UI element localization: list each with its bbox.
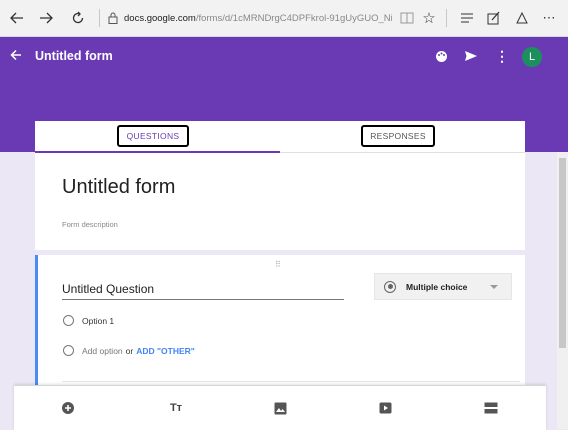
back-arrow-icon[interactable] [6,7,28,29]
favorite-star-icon[interactable]: ☆ [418,7,440,29]
or-text: or [125,345,134,356]
tab-questions[interactable]: QUESTIONS [117,125,189,147]
browser-toolbar: docs.google.com/forms/d/1cMRNDrgC4DPFkro… [0,0,568,37]
scrollbar[interactable] [557,152,568,429]
share-icon[interactable] [511,7,533,29]
scrollbar-thumb[interactable] [559,158,566,348]
option-label[interactable]: Option 1 [82,316,114,326]
drag-handle-icon[interactable]: ⠿ [275,260,282,269]
form-header-card: Untitled form Form description [35,154,525,250]
question-title-underline [62,299,344,300]
add-question-icon[interactable] [59,399,77,417]
back-icon[interactable] [10,49,22,64]
add-option-link[interactable]: Add option [82,346,123,356]
question-card[interactable]: ⠿ Untitled Question Multiple choice Opti… [35,255,525,395]
refresh-icon[interactable] [67,7,89,29]
add-image-icon[interactable] [271,399,289,417]
lock-icon [106,7,120,29]
radio-button-icon [384,280,396,293]
tab-responses[interactable]: RESPONSES [361,125,435,147]
palette-icon[interactable] [431,46,451,66]
more-vert-icon[interactable]: ⋮ [492,46,512,66]
question-type-label: Multiple choice [406,281,468,292]
add-title-icon[interactable]: Tт [167,399,185,417]
web-note-icon[interactable] [483,7,505,29]
address-bar[interactable]: docs.google.com/forms/d/1cMRNDrgC4DPFkro… [124,6,392,30]
tab-divider [280,152,525,153]
send-icon[interactable] [461,46,481,66]
hub-icon[interactable] [456,7,478,29]
add-section-icon[interactable] [482,399,500,417]
url-path: /forms/d/1cMRNDrgC4DPFkrol-91gUyGUO_NiHV… [195,12,392,24]
form-description-field[interactable]: Form description [62,220,118,229]
question-type-dropdown[interactable]: Multiple choice [374,273,512,300]
avatar[interactable]: L [522,47,542,67]
add-video-icon[interactable] [376,399,394,417]
chevron-down-icon [490,285,498,289]
more-options-icon[interactable]: ⋯ [538,7,560,29]
add-option-row: Add option or ADD "OTHER" [63,345,195,356]
add-other-link[interactable]: ADD "OTHER" [136,346,195,356]
active-tab-indicator [35,151,280,153]
form-name[interactable]: Untitled form [35,49,113,63]
option-radio-icon [63,315,74,326]
forward-arrow-icon[interactable] [35,7,57,29]
option-row[interactable]: Option 1 [63,315,114,326]
question-toolbar: Tт [14,385,546,430]
card-divider [62,381,520,382]
question-title[interactable]: Untitled Question [62,282,154,296]
url-domain: docs.google.com [124,12,196,24]
add-option-radio-icon [63,345,74,356]
tabs-bar: QUESTIONS RESPONSES [35,121,525,154]
form-title[interactable]: Untitled form [62,176,175,199]
reading-view-icon[interactable] [396,7,418,29]
